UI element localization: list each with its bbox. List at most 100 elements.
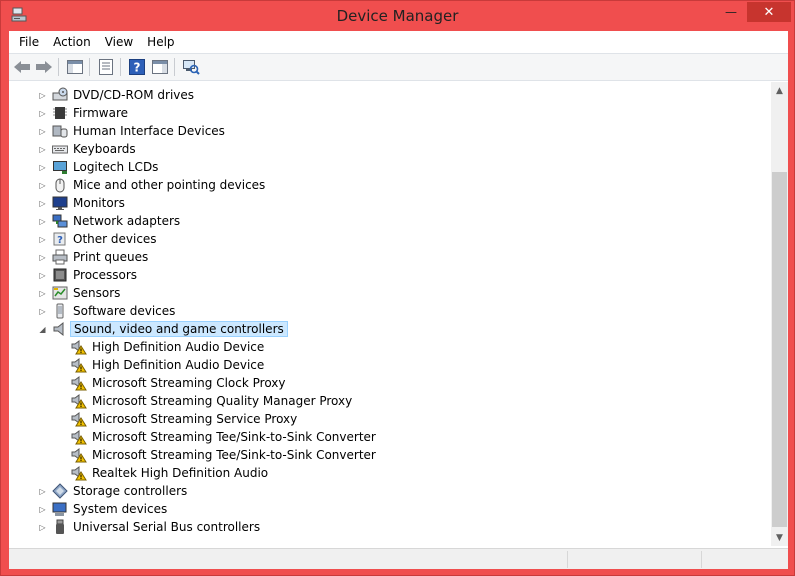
sensor-icon [52,285,68,301]
expand-arrow-icon[interactable]: ▷ [38,289,47,298]
network-adapter-icon [52,213,68,229]
toolbar-separator [120,58,121,76]
tree-device-label[interactable]: Microsoft Streaming Quality Manager Prox… [89,393,355,409]
speaker-warning-icon [71,357,87,373]
tree-category[interactable]: ▷ Sensors [9,284,771,302]
expand-arrow-icon[interactable]: ▷ [38,217,47,226]
back-button[interactable] [12,58,32,76]
tree-device[interactable]: Microsoft Streaming Service Proxy [9,410,771,428]
tree-category-label[interactable]: Storage controllers [70,483,190,499]
tree-device[interactable]: Microsoft Streaming Clock Proxy [9,374,771,392]
tree-device[interactable]: Realtek High Definition Audio [9,464,771,482]
tree-category-label[interactable]: Human Interface Devices [70,123,228,139]
scrollbar-thumb[interactable] [772,172,787,527]
help-button[interactable]: ? [127,58,147,76]
tree-device-label[interactable]: High Definition Audio Device [89,339,267,355]
tree-device[interactable]: Microsoft Streaming Tee/Sink-to-Sink Con… [9,446,771,464]
expand-arrow-icon[interactable]: ▷ [38,127,47,136]
tree-category-label[interactable]: Logitech LCDs [70,159,161,175]
device-tree[interactable]: ▷ DVD/CD-ROM drives ▷ Firmware ▷ Human Interf… [9,82,771,546]
tree-category-label[interactable]: DVD/CD-ROM drives [70,87,197,103]
expand-arrow-icon[interactable]: ▷ [38,145,47,154]
tree-device-label[interactable]: Microsoft Streaming Clock Proxy [89,375,289,391]
tree-category[interactable]: ◢ Sound, video and game controllers [9,320,771,338]
tree-category[interactable]: ▷ Firmware [9,104,771,122]
scroll-up-button[interactable]: ▲ [771,82,788,99]
collapse-arrow-icon[interactable]: ◢ [38,325,47,334]
title-bar[interactable]: Device Manager — ☐ ✕ [1,1,794,31]
expand-arrow-icon[interactable]: ▷ [38,199,47,208]
tree-device-label[interactable]: Microsoft Streaming Tee/Sink-to-Sink Con… [89,429,379,445]
expand-arrow-icon[interactable]: ▷ [38,181,47,190]
toolbar-separator [58,58,59,76]
firmware-chip-icon [52,105,68,121]
tree-category-label[interactable]: Mice and other pointing devices [70,177,268,193]
expand-arrow-icon[interactable]: ▷ [38,487,47,496]
expand-arrow-icon[interactable]: ▷ [38,271,47,280]
tree-device-label[interactable]: High Definition Audio Device [89,357,267,373]
minimize-button[interactable]: — [716,2,746,22]
tree-category[interactable]: ▷ DVD/CD-ROM drives [9,86,771,104]
chevron-down-icon: ▼ [776,532,783,543]
forward-button[interactable] [34,58,54,76]
tree-category[interactable]: ▷ Network adapters [9,212,771,230]
tree-category[interactable]: ▷ System devices [9,500,771,518]
expand-arrow-icon[interactable]: ▷ [38,307,47,316]
tree-category-label[interactable]: Firmware [70,105,131,121]
expand-arrow-icon[interactable]: ▷ [38,235,47,244]
tree-category-label[interactable]: Other devices [70,231,160,247]
tree-device[interactable]: High Definition Audio Device [9,338,771,356]
tree-category-label[interactable]: Universal Serial Bus controllers [70,519,263,535]
expand-arrow-icon[interactable]: ▷ [38,109,47,118]
menu-bar: File Action View Help [9,31,788,53]
properties-button[interactable] [96,58,116,76]
speaker-warning-icon [71,429,87,445]
menu-view[interactable]: View [98,32,140,52]
back-icon [14,61,30,73]
tree-device-label[interactable]: Microsoft Streaming Tee/Sink-to-Sink Con… [89,447,379,463]
menu-help[interactable]: Help [140,32,181,52]
tree-category-label[interactable]: Keyboards [70,141,139,157]
tree-category[interactable]: ▷ Mice and other pointing devices [9,176,771,194]
tree-device-label[interactable]: Microsoft Streaming Service Proxy [89,411,300,427]
hid-icon [52,123,68,139]
close-button[interactable]: ✕ [747,2,791,22]
tree-device[interactable]: Microsoft Streaming Tee/Sink-to-Sink Con… [9,428,771,446]
action-pane-button[interactable] [150,58,170,76]
action-pane-icon [152,60,168,74]
tree-category[interactable]: ▷ Human Interface Devices [9,122,771,140]
tree-category-label[interactable]: Processors [70,267,140,283]
tree-category[interactable]: ▷ Software devices [9,302,771,320]
expand-arrow-icon[interactable]: ▷ [38,523,47,532]
tree-category-label[interactable]: Network adapters [70,213,183,229]
tree-category-label[interactable]: Print queues [70,249,151,265]
expand-arrow-icon[interactable]: ▷ [38,91,47,100]
tree-category[interactable]: ▷ Print queues [9,248,771,266]
tree-category[interactable]: ▷ Universal Serial Bus controllers [9,518,771,536]
toolbar-separator [89,58,90,76]
tree-category-label[interactable]: Monitors [70,195,128,211]
tree-device[interactable]: High Definition Audio Device [9,356,771,374]
tree-category-label[interactable]: Software devices [70,303,178,319]
tree-device[interactable]: Microsoft Streaming Quality Manager Prox… [9,392,771,410]
tree-category-label[interactable]: System devices [70,501,170,517]
tree-category[interactable]: ▷ Processors [9,266,771,284]
tree-category[interactable]: ▷? Other devices [9,230,771,248]
expand-arrow-icon[interactable]: ▷ [38,163,47,172]
expand-arrow-icon[interactable]: ▷ [38,253,47,262]
tree-category[interactable]: ▷ Storage controllers [9,482,771,500]
scroll-down-button[interactable]: ▼ [771,529,788,546]
tree-category[interactable]: ▷ Keyboards [9,140,771,158]
show-hide-console-tree-button[interactable] [65,58,85,76]
speaker-warning-icon [71,375,87,391]
tree-category[interactable]: ▷ Monitors [9,194,771,212]
menu-file[interactable]: File [12,32,46,52]
tree-category[interactable]: ▷ Logitech LCDs [9,158,771,176]
tree-category-label[interactable]: Sensors [70,285,123,301]
expand-arrow-icon[interactable]: ▷ [38,505,47,514]
vertical-scrollbar[interactable]: ▲ ▼ [771,82,788,546]
tree-device-label[interactable]: Realtek High Definition Audio [89,465,271,481]
tree-category-label[interactable]: Sound, video and game controllers [70,321,288,337]
scan-hardware-changes-button[interactable] [181,58,201,76]
menu-action[interactable]: Action [46,32,98,52]
